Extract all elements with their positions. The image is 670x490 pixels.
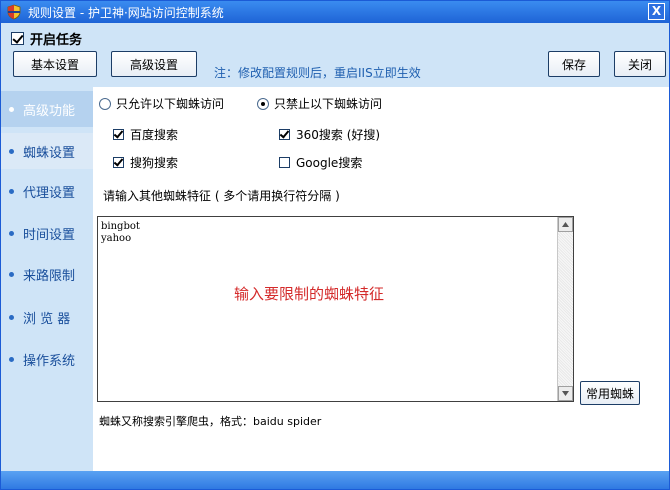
arrow-down-icon	[562, 391, 569, 396]
bullet-icon	[9, 106, 14, 112]
scroll-down-button[interactable]	[558, 386, 573, 401]
sidebar-item-label: 浏 览 器	[23, 311, 71, 327]
bullet-icon	[9, 230, 14, 236]
bullet-icon	[9, 356, 14, 362]
spider-option-360[interactable]: 360搜索 (好搜)	[279, 126, 380, 143]
allow-only-radio[interactable]	[99, 97, 111, 110]
deny-only-label: 只禁止以下蜘蛛访问	[274, 97, 383, 111]
sidebar-item-label: 操作系统	[23, 353, 76, 369]
360-label: 360搜索 (好搜)	[296, 128, 381, 142]
sidebar-item-advanced[interactable]: 高级功能	[1, 91, 93, 127]
close-button[interactable]: 关闭	[614, 51, 666, 77]
arrow-up-icon	[562, 222, 569, 227]
baidu-label: 百度搜索	[130, 128, 179, 142]
sogou-label: 搜狗搜索	[130, 156, 179, 170]
sidebar-item-os[interactable]: 操作系统	[1, 341, 93, 377]
scroll-up-button[interactable]	[558, 217, 573, 232]
bullet-icon	[9, 148, 14, 154]
textarea-hint: 输入要限制的蜘蛛特征	[234, 285, 385, 303]
textarea-content[interactable]: bingbot yahoo	[101, 221, 140, 245]
spider-footnote: 蜘蛛又称搜索引擎爬虫，格式：baidu spider	[99, 415, 322, 428]
bottom-bar	[1, 471, 669, 489]
sogou-checkbox[interactable]	[113, 157, 124, 168]
sidebar-item-time[interactable]: 时间设置	[1, 215, 93, 251]
enable-task-label: 开启任务	[30, 33, 83, 48]
enable-task-checkbox[interactable]	[11, 32, 24, 45]
spider-option-sogou[interactable]: 搜狗搜索	[113, 154, 178, 171]
bullet-icon	[9, 314, 14, 320]
save-button[interactable]: 保存	[548, 51, 600, 77]
spider-feature-textarea[interactable]: bingbot yahoo 输入要限制的蜘蛛特征	[97, 216, 574, 402]
vertical-scrollbar[interactable]	[557, 217, 573, 401]
sidebar-item-label: 代理设置	[23, 185, 76, 201]
title-bar[interactable]: 规则设置 - 护卫神·网站访问控制系统 X	[1, 1, 669, 23]
sidebar-item-referer[interactable]: 来路限制	[1, 256, 93, 292]
enable-task-toggle[interactable]: 开启任务	[11, 29, 82, 48]
sidebar-item-label: 蜘蛛设置	[23, 145, 76, 161]
spider-option-baidu[interactable]: 百度搜索	[113, 126, 178, 143]
google-checkbox[interactable]	[279, 157, 290, 168]
basic-settings-button[interactable]: 基本设置	[13, 51, 97, 77]
window-title: 规则设置 - 护卫神·网站访问控制系统	[28, 6, 224, 20]
baidu-checkbox[interactable]	[113, 129, 124, 140]
spider-option-google[interactable]: Google搜索	[279, 154, 362, 171]
allow-only-option[interactable]: 只允许以下蜘蛛访问	[99, 95, 224, 112]
restart-note: 注：修改配置规则后，重启IIS立即生效	[214, 66, 421, 80]
shield-logo-icon	[7, 4, 21, 20]
window-close-button[interactable]: X	[648, 3, 665, 20]
google-label: Google搜索	[296, 156, 363, 170]
360-checkbox[interactable]	[279, 129, 290, 140]
bullet-icon	[9, 188, 14, 194]
top-toolbar: 开启任务 基本设置 高级设置 注：修改配置规则后，重启IIS立即生效 保存 关闭	[1, 23, 669, 87]
sidebar-item-label: 时间设置	[23, 227, 76, 243]
allow-only-label: 只允许以下蜘蛛访问	[116, 97, 225, 111]
bullet-icon	[9, 271, 14, 277]
sidebar-item-proxy[interactable]: 代理设置	[1, 173, 93, 209]
sidebar-item-label: 高级功能	[23, 103, 76, 119]
deny-only-radio[interactable]	[257, 97, 269, 110]
sidebar-item-browser[interactable]: 浏 览 器	[1, 299, 93, 335]
spider-settings-panel: 只允许以下蜘蛛访问 只禁止以下蜘蛛访问 百度搜索 360搜索 (好搜) 搜狗搜索…	[93, 87, 669, 471]
spider-feature-prompt: 请输入其他蜘蛛特征 ( 多个请用换行符分隔 )	[103, 189, 340, 203]
sidebar-item-spider[interactable]: 蜘蛛设置	[1, 133, 93, 169]
sidebar: 高级功能 蜘蛛设置 代理设置 时间设置 来路限制 浏 览 器 操作系统	[1, 87, 93, 471]
sidebar-item-label: 来路限制	[23, 268, 76, 284]
common-spiders-button[interactable]: 常用蜘蛛	[580, 381, 640, 405]
deny-only-option[interactable]: 只禁止以下蜘蛛访问	[257, 95, 382, 112]
app-window: 规则设置 - 护卫神·网站访问控制系统 X 开启任务 基本设置 高级设置 注：修…	[0, 0, 670, 490]
advanced-settings-button[interactable]: 高级设置	[111, 51, 197, 77]
